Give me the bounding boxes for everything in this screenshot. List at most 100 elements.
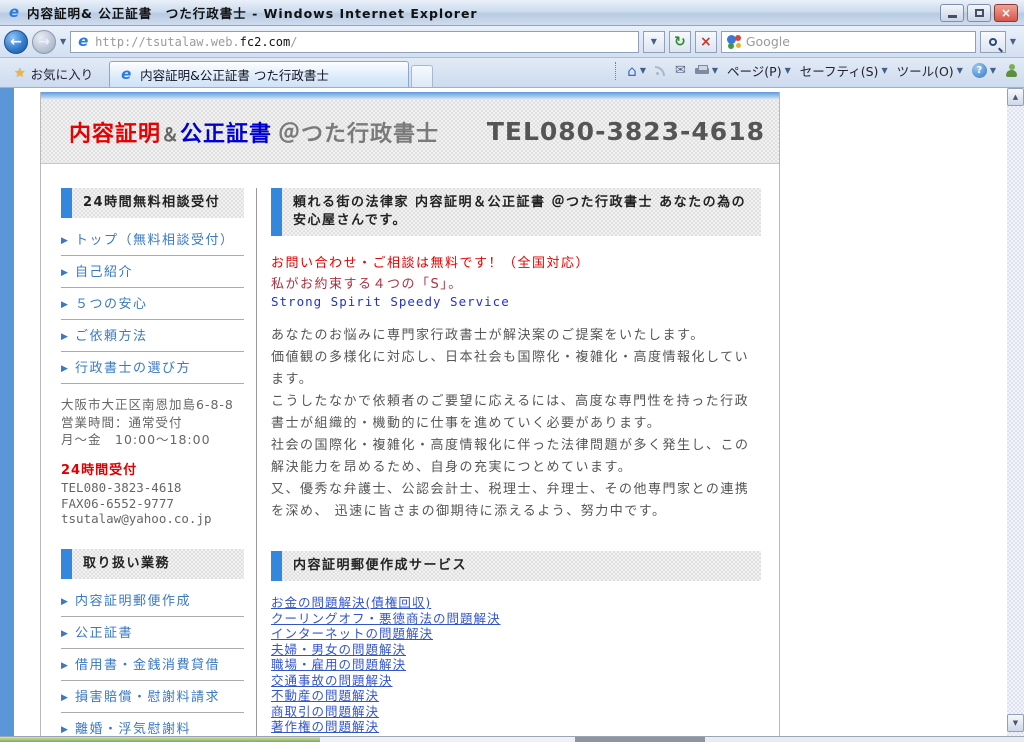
chevron-down-icon: ▼ — [881, 66, 887, 75]
service-link[interactable]: 職場・雇用の問題解決 — [271, 657, 761, 673]
service-link[interactable]: 不動産の問題解決 — [271, 688, 761, 704]
site-phone-number: TEL080-3823-4618 — [487, 117, 765, 146]
service-link[interactable]: お金の問題解決(債権回収) — [271, 595, 761, 611]
restore-button[interactable] — [967, 4, 991, 22]
stop-button[interactable]: × — [695, 31, 717, 53]
office-address-line: 大阪市大正区南恩加島6-8-8 — [61, 396, 244, 414]
service-link[interactable]: 著作権の問題解決 — [271, 719, 761, 735]
tools-menu-label: ツール(O) — [897, 61, 954, 80]
url-suffix: / — [290, 35, 297, 49]
star-icon: ★ — [14, 66, 26, 81]
vertical-scrollbar[interactable]: ▲ ▼ — [1007, 88, 1024, 736]
feeds-button[interactable] — [655, 65, 666, 76]
sidebar-nav-link[interactable]: ▶ 自己紹介 — [61, 256, 244, 288]
tab-title: 内容証明&公正証書 つた行政書士 — [140, 65, 329, 84]
scroll-up-button[interactable]: ▲ — [1007, 88, 1024, 106]
service-link[interactable]: クーリングオフ・悪徳商法の問題解決 — [271, 611, 761, 627]
intro-paragraphs: あなたのお悩みに専門家行政書士が解決案のご提案をいたします。価値観の多様化に対応… — [271, 325, 761, 523]
minimize-button[interactable] — [940, 4, 964, 22]
page-viewport: 内容証明＆公正証書＠つた行政書士 TEL080-3823-4618 24時間無料… — [0, 88, 1024, 736]
content-columns: 24時間無料相談受付 ▶ トップ（無料相談受付） ▶ 自己紹介 ▶ ５つの安心 … — [41, 164, 779, 736]
command-bar: ⌂▼ ✉ ▼ ページ(P)▼ セーフティ(S)▼ ツール(O)▼ ?▼ — [615, 58, 1018, 87]
help-icon: ? — [972, 63, 987, 78]
sidebar-nav-link[interactable]: ▶ ご依頼方法 — [61, 320, 244, 352]
site-title-blue: 公正証書 — [180, 122, 272, 147]
chevron-down-icon: ▼ — [990, 66, 996, 75]
tab-favicon-icon: e — [118, 67, 134, 83]
chevron-down-icon: ▼ — [712, 66, 718, 75]
contact-line: FAX06-6552-9777 — [61, 496, 244, 512]
intro-paragraph: あなたのお悩みに専門家行政書士が解決案のご提案をいたします。 — [271, 325, 761, 347]
forward-button[interactable]: → — [32, 30, 56, 54]
read-mail-button[interactable]: ✉ — [675, 63, 686, 78]
search-button[interactable] — [980, 31, 1006, 53]
new-tab-button[interactable] — [411, 65, 433, 87]
back-button[interactable]: ← — [4, 30, 28, 54]
service-link[interactable]: 交通事故の問題解決 — [271, 673, 761, 689]
triangle-bullet-icon: ▶ — [61, 658, 69, 675]
messenger-button[interactable] — [1005, 64, 1018, 77]
intro-title: 頼れる街の法律家 内容証明＆公正証書 ＠つた行政書士 あなたの為の安心屋さんです… — [293, 195, 746, 228]
title-bar: e 内容証明& 公正証書 つた行政書士 - Windows Internet E… — [0, 0, 1024, 26]
url-prefix: http://tsutalaw.web. — [95, 35, 240, 49]
google-logo-icon — [727, 35, 741, 49]
service-link[interactable]: インターネットの問題解決 — [271, 626, 761, 642]
safety-menu-label: セーフティ(S) — [800, 61, 879, 80]
history-dropdown-icon[interactable]: ▼ — [60, 37, 66, 46]
search-icon — [989, 38, 997, 46]
intro-paragraph: 又、優秀な弁護士、公認会計士、税理士、弁理士、その他専門家との連携を深め、 迅速… — [271, 479, 761, 523]
sidebar-nav-link[interactable]: ▶ トップ（無料相談受付） — [61, 224, 244, 256]
contact-line: tsutalaw@yahoo.co.jp — [61, 511, 244, 527]
slogan-line: Strong Spirit Speedy Service — [271, 294, 761, 309]
sidebar-nav-link[interactable]: ▶ 離婚・浮気慰謝料 — [61, 713, 244, 737]
blue-chip-icon — [61, 188, 72, 218]
search-input[interactable]: Google — [721, 31, 976, 53]
office-address-line: 営業時間：通常受付 — [61, 414, 244, 432]
safety-menu[interactable]: セーフティ(S)▼ — [800, 61, 888, 80]
refresh-button[interactable]: ↻ — [669, 31, 691, 53]
services-title: 内容証明郵便作成サービス — [293, 558, 467, 573]
home-button[interactable]: ⌂▼ — [627, 62, 646, 80]
close-button[interactable]: × — [994, 4, 1018, 22]
sidebar-nav-link[interactable]: ▶ 借用書・金銭消費貸借 — [61, 649, 244, 681]
sidebar-nav-consult: ▶ トップ（無料相談受付） ▶ 自己紹介 ▶ ５つの安心 ▶ ご依頼方法 — [61, 224, 244, 384]
blue-chip-icon — [271, 551, 282, 581]
print-button[interactable]: ▼ — [695, 65, 718, 76]
service-link[interactable]: 遺産・相続の問題解決 — [271, 735, 761, 737]
main-content: 頼れる街の法律家 内容証明＆公正証書 ＠つた行政書士 あなたの為の安心屋さんです… — [257, 188, 761, 736]
contact-lines: TEL080-3823-4618FAX06-6552-9777tsutalaw@… — [61, 480, 244, 527]
search-options-icon[interactable]: ▼ — [1010, 37, 1016, 46]
status-progress-segment — [0, 737, 320, 742]
search-placeholder: Google — [746, 34, 970, 49]
tools-menu[interactable]: ツール(O)▼ — [897, 61, 963, 80]
restore-icon — [975, 9, 984, 17]
print-icon — [695, 65, 709, 76]
address-input[interactable]: e http://tsutalaw.web.fc2.com/ — [70, 31, 639, 53]
blue-chip-icon — [271, 188, 282, 236]
status-segment — [705, 737, 1024, 742]
sidebar-nav-link[interactable]: ▶ 公正証書 — [61, 617, 244, 649]
triangle-bullet-icon: ▶ — [61, 329, 69, 346]
service-link[interactable]: 商取引の問題解決 — [271, 704, 761, 720]
sidebar-nav-link[interactable]: ▶ 内容証明郵便作成 — [61, 585, 244, 617]
help-button[interactable]: ?▼ — [972, 63, 996, 78]
sidebar-nav-label: ５つの安心 — [75, 297, 148, 312]
site-title: 内容証明＆公正証書＠つた行政書士 — [69, 116, 439, 148]
contact-24h-label: 24時間受付 — [61, 463, 244, 479]
page-top-gradient-bar — [41, 92, 779, 100]
sidebar-nav-link[interactable]: ▶ 損害賠償・慰謝料請求 — [61, 681, 244, 713]
address-bar-row: ← → ▼ e http://tsutalaw.web.fc2.com/ ▼ ↻… — [0, 26, 1024, 58]
favorites-button[interactable]: ★ お気に入り — [6, 61, 101, 85]
url-domain: fc2.com — [240, 35, 291, 49]
page-menu[interactable]: ページ(P)▼ — [727, 61, 791, 80]
tab-active[interactable]: e 内容証明&公正証書 つた行政書士 — [109, 61, 409, 87]
scroll-down-button[interactable]: ▼ — [1007, 714, 1024, 732]
contact-block: 24時間受付 TEL080-3823-4618FAX06-6552-9777ts… — [61, 463, 244, 527]
service-link[interactable]: 夫婦・男女の問題解決 — [271, 642, 761, 658]
sidebar-nav-link[interactable]: ▶ ５つの安心 — [61, 288, 244, 320]
address-dropdown-button[interactable]: ▼ — [643, 31, 665, 53]
sidebar-nav-link[interactable]: ▶ 行政書士の選び方 — [61, 352, 244, 384]
blue-chip-icon — [61, 549, 72, 579]
triangle-bullet-icon: ▶ — [61, 265, 69, 282]
rss-icon — [655, 65, 666, 76]
